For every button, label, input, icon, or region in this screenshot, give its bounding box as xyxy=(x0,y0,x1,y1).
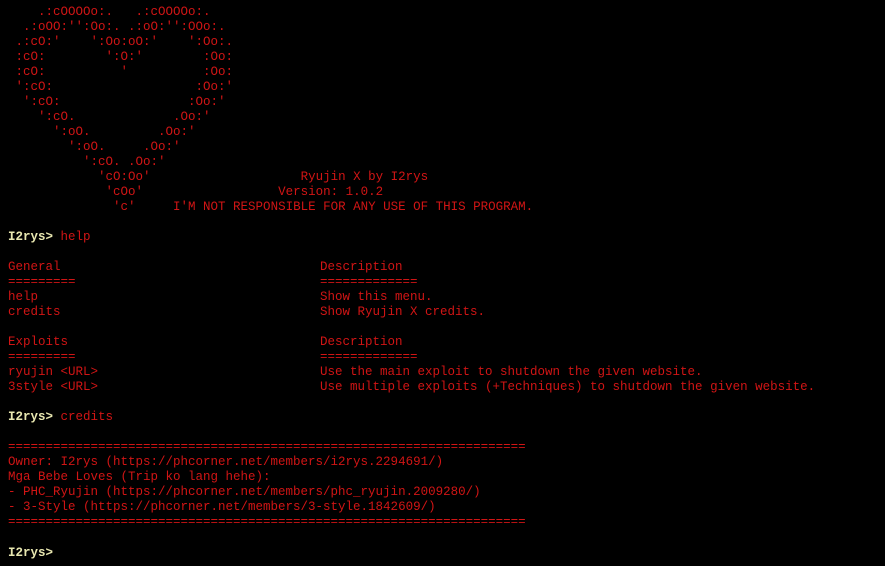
credits-rule-bottom: ========================================… xyxy=(8,515,526,529)
art-tail-1: 'cO:Oo' xyxy=(8,170,151,184)
active-prompt-line[interactable]: I2rys> xyxy=(8,545,885,560)
general-header: General xyxy=(8,260,61,274)
ascii-art-line: .:cOOOOo:. .:cOOOOo:. xyxy=(8,5,211,19)
description-rule: ============= xyxy=(320,275,418,289)
banner-disclaimer: I'M NOT RESPONSIBLE FOR ANY USE OF THIS … xyxy=(173,200,534,214)
ascii-art-line: :cO: ' :Oo: xyxy=(8,65,234,79)
exploits-header: Exploits xyxy=(8,335,69,349)
credits-loves-heading: Mga Bebe Loves (Trip ko lang hehe): xyxy=(8,470,271,484)
credits-rule-top: ========================================… xyxy=(8,440,526,454)
banner-version: Version: 1.0.2 xyxy=(278,185,384,199)
command-description: Use multiple exploits (+Techniques) to s… xyxy=(320,380,816,394)
prompt-label: I2rys> xyxy=(8,230,54,244)
prompt-label: I2rys> xyxy=(8,546,54,560)
ascii-art-line: .:cO:' ':Oo:oO:' ':Oo:. xyxy=(8,35,234,49)
text-cursor xyxy=(61,545,69,558)
banner-title: Ryujin X by I2rys xyxy=(300,170,429,184)
command-description: Use the main exploit to shutdown the giv… xyxy=(320,365,703,379)
prompt-label: I2rys> xyxy=(8,410,54,424)
art-tail-3: 'c' xyxy=(8,200,136,214)
exploits-rule-row: ========= ============= xyxy=(8,350,885,365)
command-description: Show Ryujin X credits. xyxy=(320,305,486,319)
exploits-rule: ========= xyxy=(8,350,76,364)
command-description: Show this menu. xyxy=(320,290,433,304)
credits-entry: - 3-Style (https://phcorner.net/members/… xyxy=(8,500,436,514)
description-rule: ============= xyxy=(320,350,418,364)
ascii-banner: .:cOOOOo:. .:cOOOOo:. .:oOO:'':Oo:. .:oO… xyxy=(8,5,885,170)
ascii-art-line: ':oO. .Oo:' xyxy=(8,125,196,139)
exploits-header-row: Exploits Description xyxy=(8,335,885,350)
command-name: 3style <URL> xyxy=(8,380,99,394)
ascii-art-line: ':cO. .Oo:' xyxy=(8,110,211,124)
ascii-art-line: ':cO. .Oo:' xyxy=(8,155,166,169)
typed-command: credits xyxy=(60,410,114,424)
typed-command: help xyxy=(60,230,91,244)
credits-owner: Owner: I2rys (https://phcorner.net/membe… xyxy=(8,455,444,469)
tail-row-2: 'cOo' Version: 1.0.2 xyxy=(8,185,885,200)
command-row-credits: credits Show Ryujin X credits. xyxy=(8,305,885,320)
art-tail-2: 'cOo' xyxy=(8,185,144,199)
general-rule-row: ========= ============= xyxy=(8,275,885,290)
ascii-art-line: ':oO. .Oo:' xyxy=(8,140,181,154)
prompt-line-credits: I2rys> credits xyxy=(8,410,885,425)
command-row-help: help Show this menu. xyxy=(8,290,885,305)
description-header: Description xyxy=(320,335,403,349)
ascii-art-line: .:oOO:'':Oo:. .:oO:'':OOo:. xyxy=(8,20,226,34)
ascii-art-line: ':cO: :Oo:' xyxy=(8,80,234,94)
command-name: ryujin <URL> xyxy=(8,365,99,379)
command-name: credits xyxy=(8,305,61,319)
command-row-3style: 3style <URL> Use multiple exploits (+Tec… xyxy=(8,380,885,395)
credits-entry: - PHC_Ryujin (https://phcorner.net/membe… xyxy=(8,485,481,499)
ascii-art-line: :cO: ':O:' :Oo: xyxy=(8,50,234,64)
command-row-ryujin: ryujin <URL> Use the main exploit to shu… xyxy=(8,365,885,380)
command-name: help xyxy=(8,290,39,304)
prompt-line-help: I2rys> help xyxy=(8,230,885,245)
ascii-art-line: ':cO: :Oo:' xyxy=(8,95,226,109)
description-header: Description xyxy=(320,260,403,274)
terminal-window[interactable]: .:cOOOOo:. .:cOOOOo:. .:oOO:'':Oo:. .:oO… xyxy=(0,0,885,566)
tail-row-1: 'cO:Oo' Ryujin X by I2rys xyxy=(8,170,885,185)
tail-row-3: 'c' I'M NOT RESPONSIBLE FOR ANY USE OF T… xyxy=(8,200,885,215)
general-rule: ========= xyxy=(8,275,76,289)
general-header-row: General Description xyxy=(8,260,885,275)
